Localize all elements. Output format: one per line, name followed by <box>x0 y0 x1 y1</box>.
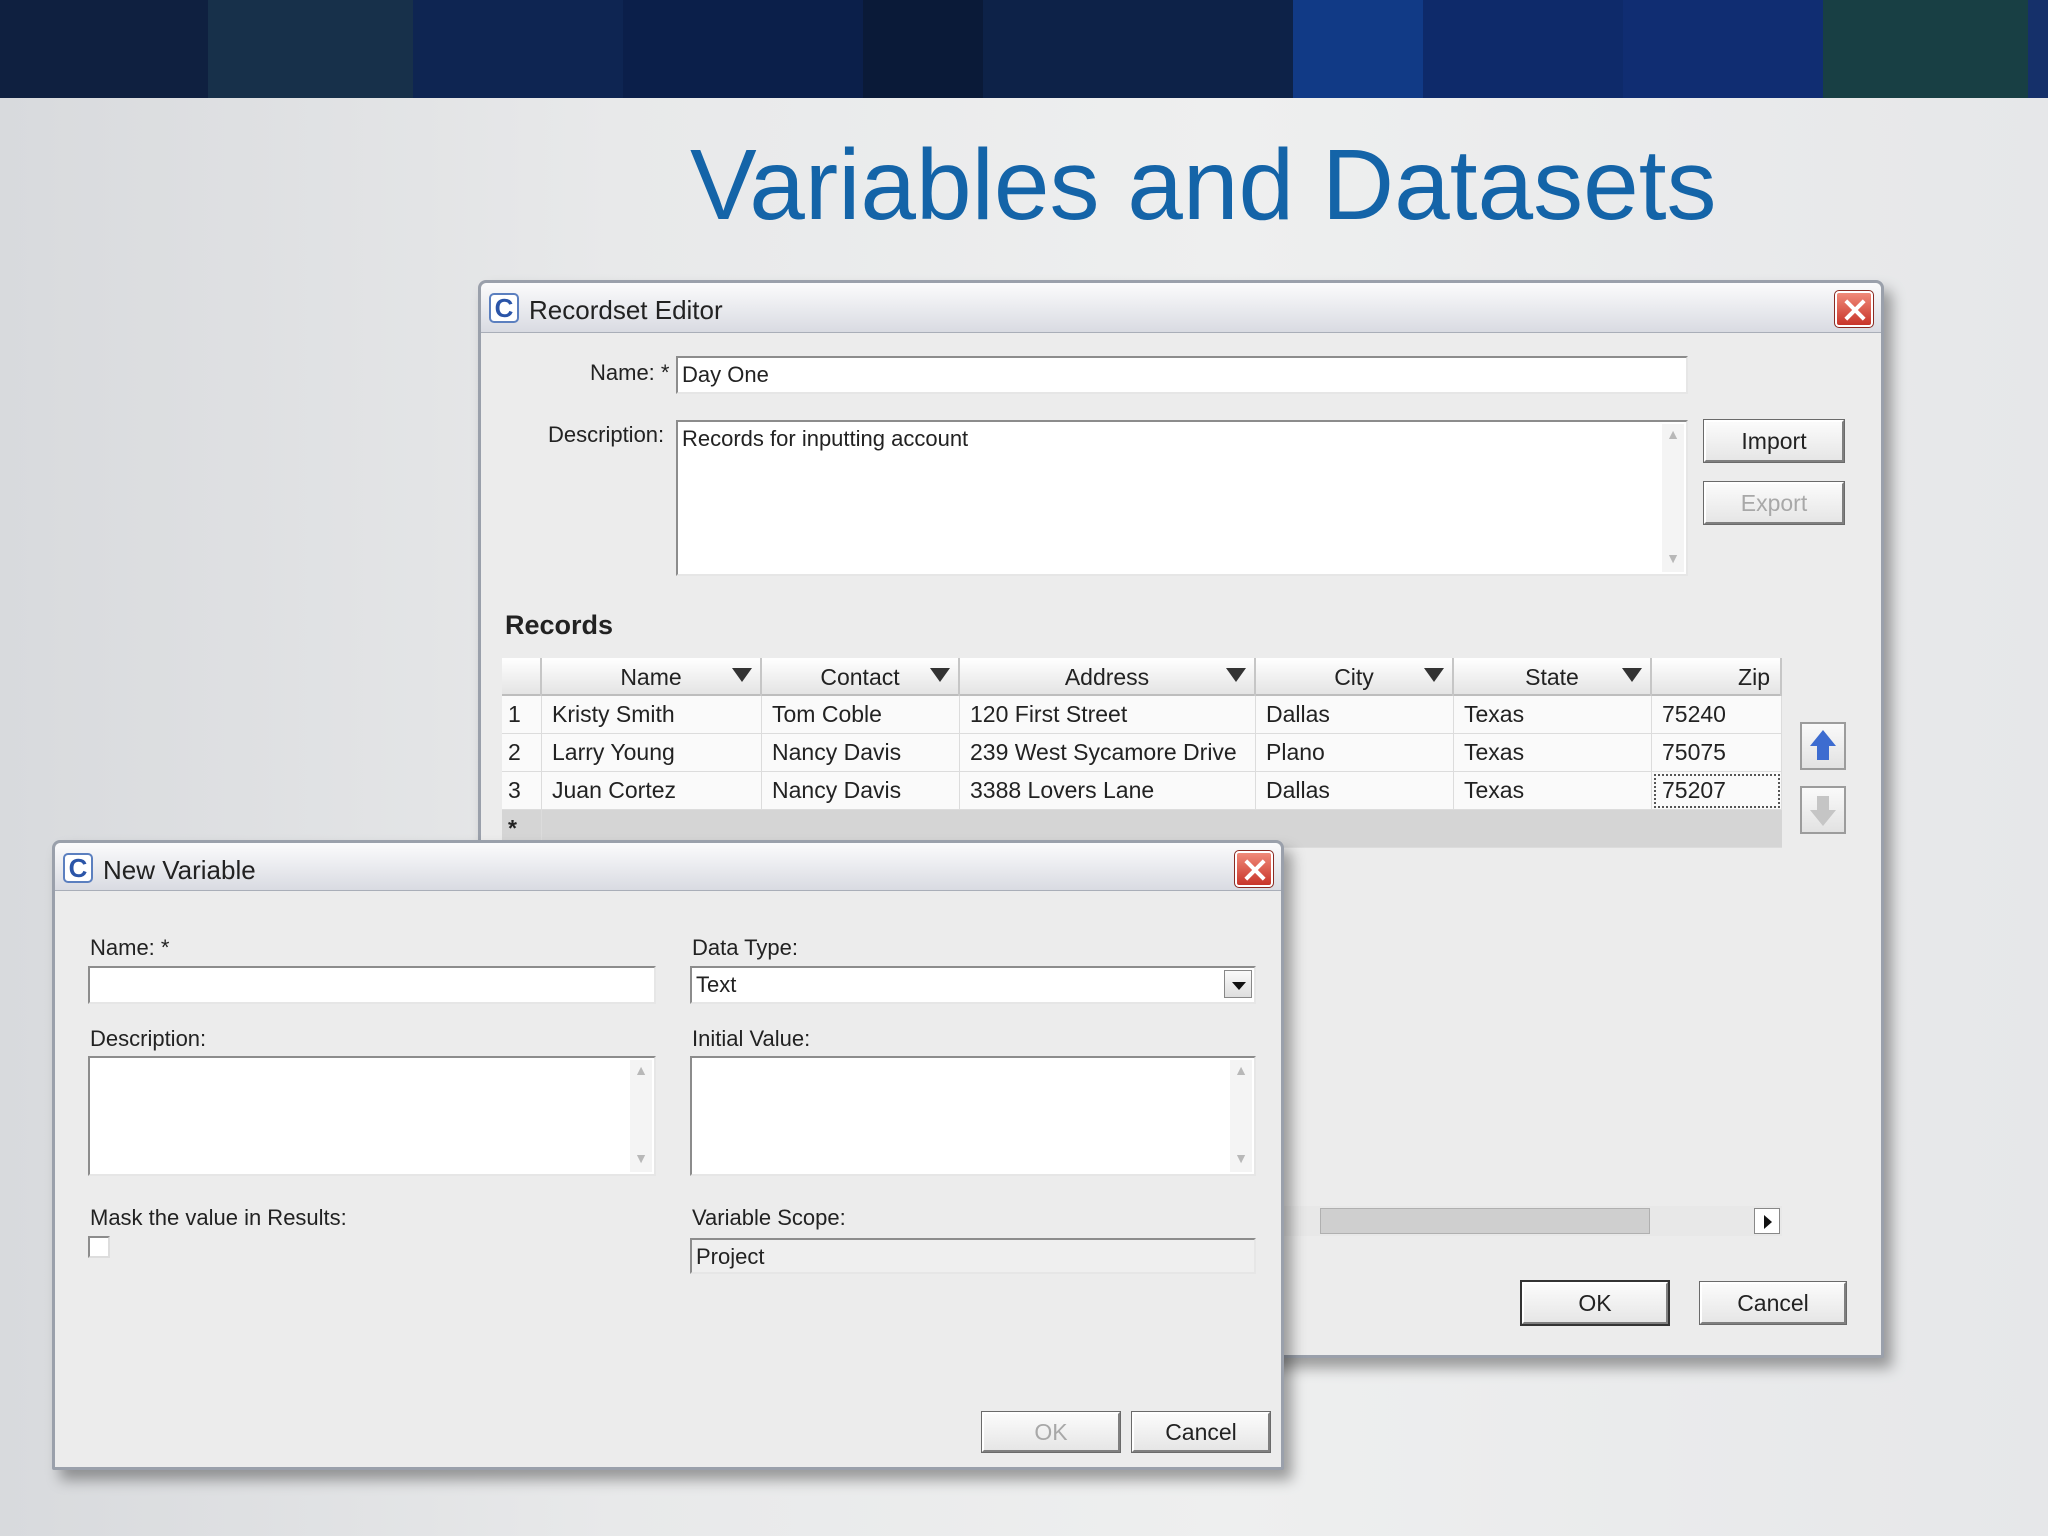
scroll-down-icon[interactable]: ▼ <box>1664 550 1682 570</box>
name-label: Name: * <box>590 360 670 385</box>
ok-button[interactable]: OK <box>1520 1280 1670 1326</box>
grid-header: Name Contact Address City State Zip <box>502 658 1782 696</box>
scroll-up-icon[interactable]: ▲ <box>632 1062 650 1082</box>
filter-icon[interactable] <box>732 668 752 682</box>
close-button[interactable] <box>1834 290 1874 328</box>
column-header-city[interactable]: City <box>1256 658 1454 696</box>
import-button[interactable]: Import <box>1703 419 1845 463</box>
variable-ok-button[interactable]: OK <box>981 1411 1121 1453</box>
cell-zip[interactable]: 75240 <box>1652 696 1782 734</box>
filter-icon[interactable] <box>1622 668 1642 682</box>
slide-title: Variables and Datasets <box>690 129 1717 241</box>
window-title: New Variable <box>103 855 256 885</box>
column-header-address[interactable]: Address <box>960 658 1256 696</box>
chevron-down-icon[interactable] <box>1224 970 1252 998</box>
variable-scope-label: Variable Scope: <box>692 1205 846 1230</box>
initial-value-scrollbar[interactable]: ▲ ▼ <box>1230 1060 1252 1172</box>
export-button[interactable]: Export <box>1703 481 1845 525</box>
table-row[interactable]: 1 Kristy Smith Tom Coble 120 First Stree… <box>502 696 1782 734</box>
cell-name[interactable]: Juan Cortez <box>542 772 762 810</box>
cell-zip[interactable]: 75207 <box>1652 772 1782 810</box>
row-number: 1 <box>502 696 542 734</box>
filter-icon[interactable] <box>930 668 950 682</box>
close-button[interactable] <box>1234 850 1274 888</box>
app-icon: C <box>489 293 519 323</box>
row-number: 2 <box>502 734 542 772</box>
app-icon: C <box>63 853 93 883</box>
cell-city[interactable]: Dallas <box>1256 696 1454 734</box>
cell-address[interactable]: 120 First Street <box>960 696 1256 734</box>
move-down-arrow-icon[interactable] <box>1800 786 1846 834</box>
variable-description-label: Description: <box>90 1026 207 1051</box>
cell-state[interactable]: Texas <box>1454 772 1652 810</box>
variable-name-input[interactable] <box>88 966 656 1004</box>
cell-contact[interactable]: Nancy Davis <box>762 734 960 772</box>
variable-name-label: Name: * <box>90 935 170 960</box>
cell-contact[interactable]: Nancy Davis <box>762 772 960 810</box>
records-heading: Records <box>505 610 614 640</box>
scroll-down-icon[interactable]: ▼ <box>632 1150 650 1170</box>
row-header-corner <box>502 658 542 696</box>
variable-description-textarea[interactable]: ▲ ▼ <box>88 1056 656 1176</box>
scroll-up-icon[interactable]: ▲ <box>1232 1062 1250 1082</box>
cell-city[interactable]: Plano <box>1256 734 1454 772</box>
description-scrollbar[interactable]: ▲ ▼ <box>1662 424 1684 572</box>
data-type-label: Data Type: <box>692 935 798 960</box>
filter-icon[interactable] <box>1424 668 1444 682</box>
recordset-editor-titlebar: C Recordset Editor <box>481 283 1881 333</box>
cell-name[interactable]: Kristy Smith <box>542 696 762 734</box>
description-textarea[interactable]: Records for inputting account ▲ ▼ <box>676 420 1688 576</box>
cell-zip[interactable]: 75075 <box>1652 734 1782 772</box>
table-row[interactable]: 3 Juan Cortez Nancy Davis 3388 Lovers La… <box>502 772 1782 810</box>
window-title: Recordset Editor <box>529 295 723 325</box>
column-header-contact[interactable]: Contact <box>762 658 960 696</box>
scroll-down-icon[interactable]: ▼ <box>1232 1150 1250 1170</box>
cell-address[interactable]: 3388 Lovers Lane <box>960 772 1256 810</box>
column-header-zip[interactable]: Zip <box>1652 658 1782 696</box>
data-type-select[interactable]: Text <box>690 966 1256 1004</box>
column-header-name[interactable]: Name <box>542 658 762 696</box>
cancel-button[interactable]: Cancel <box>1699 1281 1847 1325</box>
description-scrollbar[interactable]: ▲ ▼ <box>630 1060 652 1172</box>
data-type-value: Text <box>696 972 737 997</box>
new-variable-titlebar: C New Variable <box>55 843 1281 891</box>
description-label: Description: <box>548 422 665 447</box>
move-up-arrow-icon[interactable] <box>1800 722 1846 770</box>
mask-label: Mask the value in Results: <box>90 1205 347 1230</box>
row-number: 3 <box>502 772 542 810</box>
name-input[interactable]: Day One <box>676 356 1688 394</box>
initial-value-textarea[interactable]: ▲ ▼ <box>690 1056 1256 1176</box>
column-header-state[interactable]: State <box>1454 658 1652 696</box>
mask-checkbox[interactable] <box>88 1236 110 1258</box>
cell-name[interactable]: Larry Young <box>542 734 762 772</box>
cell-state[interactable]: Texas <box>1454 734 1652 772</box>
cell-city[interactable]: Dallas <box>1256 772 1454 810</box>
filter-icon[interactable] <box>1226 668 1246 682</box>
variable-cancel-button[interactable]: Cancel <box>1131 1411 1271 1453</box>
cell-state[interactable]: Texas <box>1454 696 1652 734</box>
scroll-right-icon[interactable] <box>1754 1208 1780 1234</box>
cell-address[interactable]: 239 West Sycamore Drive <box>960 734 1256 772</box>
slide-banner <box>0 0 2048 98</box>
initial-value-label: Initial Value: <box>692 1026 811 1051</box>
cell-contact[interactable]: Tom Coble <box>762 696 960 734</box>
table-row[interactable]: 2 Larry Young Nancy Davis 239 West Sycam… <box>502 734 1782 772</box>
scrollbar-thumb[interactable] <box>1320 1208 1650 1234</box>
scroll-up-icon[interactable]: ▲ <box>1664 426 1682 446</box>
description-text: Records for inputting account <box>682 426 969 451</box>
variable-scope-field: Project <box>690 1238 1256 1274</box>
